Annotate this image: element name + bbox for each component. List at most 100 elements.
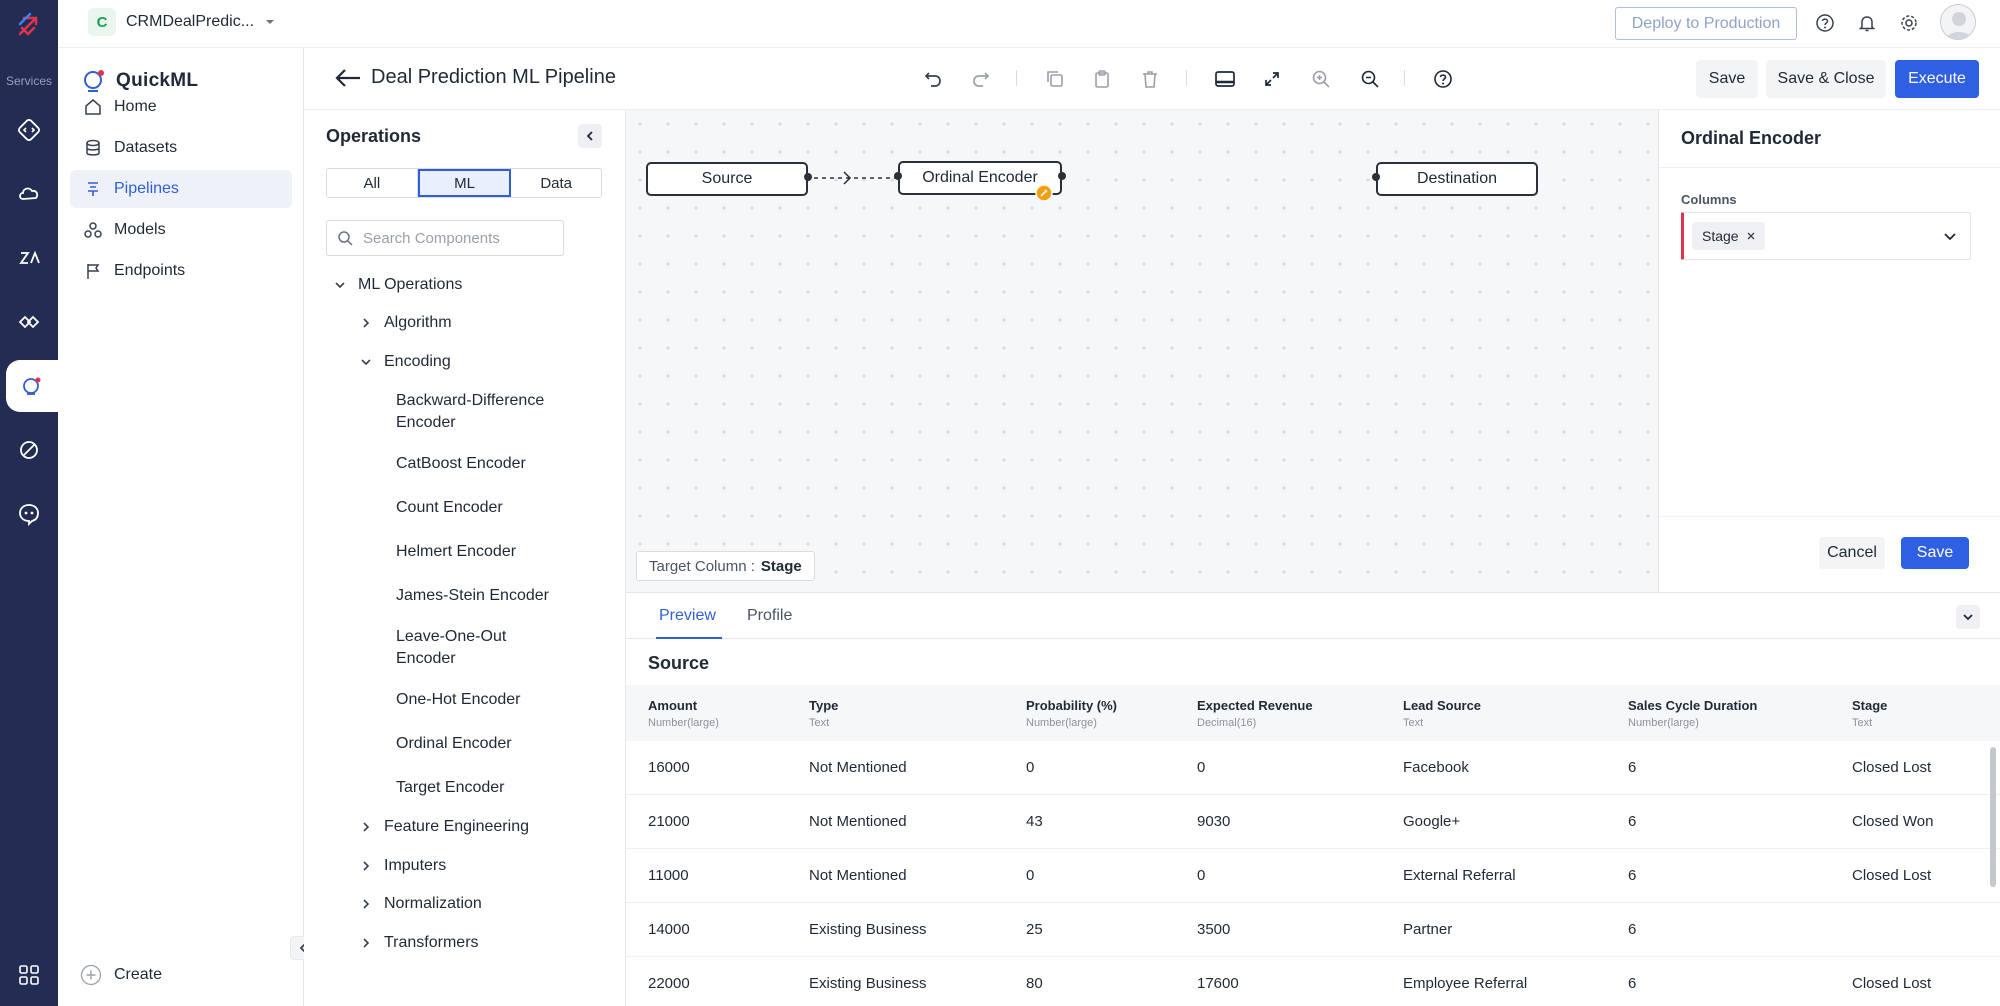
- table-row[interactable]: 21000 Not Mentioned 43 9030 Google+ 6 Closed W…: [626, 795, 2000, 849]
- tree-feature-engineering[interactable]: Feature Engineering: [360, 818, 529, 836]
- node-port[interactable]: [894, 172, 902, 180]
- notification-bell-icon[interactable]: [1854, 10, 1880, 36]
- config-title: Ordinal Encoder: [1659, 110, 2000, 168]
- component-leave-one-out-encoder[interactable]: Leave-One-Out Encoder: [396, 626, 556, 670]
- tree-ml-operations[interactable]: ML Operations: [334, 276, 462, 294]
- component-one-hot-encoder[interactable]: One-Hot Encoder: [396, 689, 576, 711]
- table-row[interactable]: 16000 Not Mentioned 0 0 Facebook 6 Closed Lost: [626, 741, 2000, 795]
- target-column-value: Stage: [760, 557, 802, 575]
- create-label: Create: [114, 966, 163, 983]
- zoom-in-icon[interactable]: [1306, 64, 1336, 94]
- column-header[interactable]: Sales Cycle Duration Number(large): [1628, 698, 1757, 729]
- component-helmert-encoder[interactable]: Helmert Encoder: [396, 541, 576, 563]
- component-ordinal-encoder[interactable]: Ordinal Encoder: [396, 733, 576, 755]
- operations-heading: Operations: [326, 126, 422, 146]
- table-row[interactable]: 14000 Existing Business 25 3500 Partner 6: [626, 903, 2000, 957]
- nav-item-home[interactable]: Home: [70, 88, 292, 126]
- column-header[interactable]: Lead Source Text: [1403, 698, 1481, 729]
- nav-item-pipelines[interactable]: Pipelines: [70, 170, 292, 208]
- node-source[interactable]: Source: [646, 162, 808, 196]
- cancel-button[interactable]: Cancel: [1819, 537, 1885, 569]
- node-port[interactable]: [1372, 173, 1380, 181]
- nav-item-models[interactable]: Models: [70, 211, 292, 249]
- node-destination[interactable]: Destination: [1376, 162, 1538, 196]
- segment-data[interactable]: Data: [511, 169, 601, 197]
- columns-label: Columns: [1681, 192, 1737, 207]
- nav-item-datasets[interactable]: Datasets: [70, 129, 292, 167]
- chevron-down-icon[interactable]: [1942, 228, 1958, 244]
- table-row[interactable]: 22000 Existing Business 80 17600 Employee Re…: [626, 957, 2000, 1006]
- tree-algorithm[interactable]: Algorithm: [360, 314, 452, 332]
- node-port[interactable]: [1058, 172, 1066, 180]
- component-backward-difference-encoder[interactable]: Backward-Difference Encoder: [396, 390, 576, 434]
- node-port[interactable]: [804, 173, 812, 181]
- execute-button[interactable]: Execute: [1895, 60, 1979, 98]
- rail-service-cloud-icon[interactable]: [9, 174, 49, 214]
- column-header[interactable]: Probability (%) Number(large): [1026, 698, 1117, 729]
- component-catboost-encoder[interactable]: CatBoost Encoder: [396, 453, 576, 475]
- tree-label: Algorithm: [384, 314, 452, 331]
- rail-service-integration-icon[interactable]: [9, 302, 49, 342]
- toggle-preview-panel-icon[interactable]: [1210, 64, 1240, 94]
- node-config-warning-icon[interactable]: [1035, 184, 1053, 202]
- tree-encoding[interactable]: Encoding: [360, 353, 451, 371]
- tab-profile[interactable]: Profile: [747, 607, 792, 625]
- table-header: Amount Number(large) Type Text Probability…: [626, 685, 2000, 741]
- project-switcher[interactable]: C CRMDealPredic...: [88, 8, 276, 36]
- back-arrow-icon[interactable]: [334, 66, 362, 90]
- columns-select[interactable]: Stage: [1681, 212, 1971, 260]
- segment-all[interactable]: All: [327, 169, 418, 197]
- tree-transformers[interactable]: Transformers: [360, 934, 479, 952]
- table-row[interactable]: 11000 Not Mentioned 0 0 External Referral 6 Cl…: [626, 849, 2000, 903]
- table-scrollbar[interactable]: [1990, 747, 1996, 887]
- nav-item-endpoints[interactable]: Endpoints: [70, 252, 292, 290]
- user-avatar[interactable]: [1940, 4, 1976, 40]
- fullscreen-icon[interactable]: [1257, 64, 1287, 94]
- column-header[interactable]: Stage Text: [1852, 698, 1887, 729]
- settings-gear-icon[interactable]: [1896, 10, 1922, 36]
- tree-imputers[interactable]: Imputers: [360, 857, 446, 875]
- help-icon[interactable]: [1812, 10, 1838, 36]
- create-button[interactable]: Create: [80, 964, 162, 986]
- redo-icon[interactable]: [966, 64, 996, 94]
- pipeline-canvas[interactable]: Source Ordinal Encoder Destination Targe…: [626, 110, 1658, 592]
- config-footer: Cancel Save: [1659, 516, 2000, 592]
- delete-icon[interactable]: [1135, 64, 1165, 94]
- column-header[interactable]: Amount Number(large): [648, 698, 719, 729]
- config-save-button[interactable]: Save: [1901, 537, 1969, 569]
- target-column-key: Target Column :: [649, 557, 755, 575]
- apps-grid-icon[interactable]: [11, 957, 47, 993]
- deploy-to-production-button[interactable]: Deploy to Production: [1615, 7, 1797, 40]
- copy-icon[interactable]: [1040, 64, 1070, 94]
- paste-icon[interactable]: [1087, 64, 1117, 94]
- tree-label: Imputers: [384, 857, 447, 874]
- component-james-stein-encoder[interactable]: James-Stein Encoder: [396, 585, 576, 607]
- rail-service-link-icon[interactable]: [9, 430, 49, 470]
- collapse-operations-button[interactable]: [578, 124, 602, 148]
- chevron-right-icon: [363, 899, 370, 909]
- column-header[interactable]: Type Text: [809, 698, 838, 729]
- rail-service-code-icon[interactable]: [9, 110, 49, 150]
- undo-icon[interactable]: [918, 64, 948, 94]
- save-and-close-button[interactable]: Save & Close: [1766, 60, 1886, 98]
- save-button[interactable]: Save: [1696, 60, 1758, 98]
- project-badge: C: [88, 8, 116, 36]
- node-config-panel: Ordinal Encoder Columns Stage Cancel Sav…: [1658, 110, 2000, 592]
- tab-preview[interactable]: Preview: [659, 607, 716, 625]
- segment-ml[interactable]: ML: [417, 169, 512, 197]
- search-input[interactable]: [363, 229, 543, 247]
- rail-service-bot-icon[interactable]: [9, 494, 49, 534]
- zoom-out-icon[interactable]: [1355, 64, 1385, 94]
- component-count-encoder[interactable]: Count Encoder: [396, 497, 576, 519]
- rail-service-zia-icon[interactable]: [9, 238, 49, 278]
- catalyst-logo-icon[interactable]: [14, 10, 44, 40]
- table-cell: Google+: [1403, 813, 1461, 830]
- collapse-preview-button[interactable]: [1956, 605, 1980, 629]
- chevron-down-icon: [335, 282, 345, 289]
- remove-chip-icon[interactable]: [1747, 232, 1755, 240]
- rail-service-quickml-icon[interactable]: [6, 360, 58, 412]
- help-circle-icon[interactable]: [1428, 64, 1458, 94]
- tree-normalization[interactable]: Normalization: [360, 895, 482, 913]
- component-target-encoder[interactable]: Target Encoder: [396, 777, 576, 799]
- column-header[interactable]: Expected Revenue Decimal(16): [1197, 698, 1313, 729]
